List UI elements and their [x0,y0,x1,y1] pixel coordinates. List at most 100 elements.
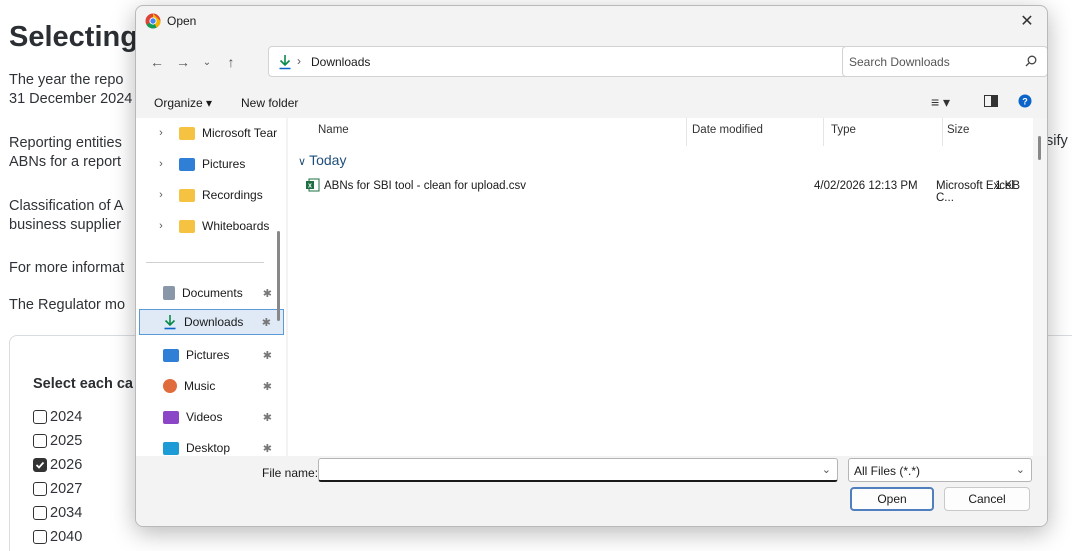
nav-item-label: Downloads [184,315,244,329]
file-name-input[interactable]: ⌄ [318,458,838,482]
folder-icon [179,219,195,233]
dialog-titlebar: Open ✕ [136,6,1047,36]
cancel-button[interactable]: Cancel [944,487,1030,511]
svg-text:x: x [308,183,312,190]
organize-menu[interactable]: Organize ▾ [154,96,212,110]
nav-item-label: Videos [186,410,223,424]
checkbox-icon[interactable] [33,506,47,520]
videos-icon [163,410,179,424]
nav-scrollbar[interactable] [277,231,280,321]
file-name: ABNs for SBI tool - clean for upload.csv [324,180,526,192]
file-row[interactable]: x ABNs for SBI tool - clean for upload.c… [306,176,1026,204]
paragraph-fragment: Reporting entities [9,135,122,151]
nav-item-label: Recordings [202,188,263,202]
year-checkbox-2034[interactable]: 2034 [33,503,82,523]
search-input[interactable] [849,53,1009,71]
checkbox-icon[interactable] [33,530,47,544]
forward-arrow-icon[interactable]: → [172,51,194,73]
view-options-icon[interactable]: ≡ ▾ [931,94,950,111]
breadcrumb-chevron-icon: › [297,54,301,68]
expand-chevron-icon[interactable]: › [151,189,171,201]
year-label: 2040 [50,529,83,545]
dialog-footer: File name: ⌄ All Files (*.*) ⌄ Open Canc… [136,456,1047,526]
column-header-size[interactable]: Size [947,124,969,136]
preview-pane-icon[interactable] [984,94,998,110]
search-box[interactable] [842,46,1047,77]
nav-item-label: Desktop [186,441,231,455]
nav-item-label: Music [184,379,216,393]
column-divider[interactable] [823,118,824,146]
column-header-date[interactable]: Date modified [692,124,763,136]
nav-item-microsoft-teams[interactable]: › Microsoft Tear [139,120,284,146]
file-list-pane: Name Date modified Type Size ∨ Today x A… [288,118,1044,456]
excel-csv-file-icon: x [306,178,320,195]
open-button[interactable]: Open [850,487,934,511]
pin-icon[interactable]: ✱ [263,442,272,455]
year-checkbox-2027[interactable]: 2027 [33,479,82,499]
expand-chevron-icon[interactable]: › [151,220,171,232]
nav-item-desktop[interactable]: Desktop ✱ [139,435,284,456]
column-header-name[interactable]: Name [318,124,349,136]
nav-item-label: Whiteboards [202,219,270,233]
paragraph-fragment: business supplier [9,217,122,233]
column-divider[interactable] [686,118,687,146]
search-icon [1025,55,1037,67]
filter-dropdown-icon[interactable]: ⌄ [1016,463,1025,476]
paragraph-fragment: 31 December 2024 [9,91,133,107]
page-title: Selecting [9,21,138,53]
checkbox-icon[interactable] [33,410,47,424]
file-name-label: File name: [262,466,319,480]
nav-item-downloads[interactable]: Downloads ✱ [139,309,284,335]
pin-icon[interactable]: ✱ [262,316,271,329]
paragraph-fragment: The Regulator mo [9,297,126,313]
navigation-pane: › Microsoft Tear › Pictures › Recordings… [136,118,286,456]
nav-item-label: Microsoft Tear [202,126,278,140]
year-label: 2026 [50,457,83,473]
checkbox-icon[interactable] [33,434,47,448]
column-divider[interactable] [942,118,943,146]
paragraph-fragment-right: sify [1046,133,1068,149]
file-type-filter[interactable]: All Files (*.*) ⌄ [848,458,1032,482]
expand-chevron-icon[interactable]: › [151,158,171,170]
close-icon[interactable]: ✕ [1007,6,1047,36]
nav-item-music[interactable]: Music ✱ [139,373,284,399]
year-checkbox-2025[interactable]: 2025 [33,431,82,451]
column-header-type[interactable]: Type [831,124,856,136]
nav-item-label: Documents [182,286,243,300]
year-checkbox-2040[interactable]: 2040 [33,527,82,547]
checkbox-checked-icon[interactable] [33,458,47,472]
command-bar: Organize ▾ New folder ≡ ▾ ? [136,92,1047,114]
collapse-chevron-icon[interactable]: ∨ [298,156,309,168]
file-list-scrollbar[interactable] [1033,118,1047,456]
documents-icon [163,286,175,300]
open-file-dialog: Open ✕ ← → ⌄ ↑ › Downloads ⌄ ↻ Organize … [135,5,1048,527]
year-checkbox-2026[interactable]: 2026 [33,455,82,475]
recent-locations-chevron-icon[interactable]: ⌄ [196,51,218,73]
year-checkbox-2024[interactable]: 2024 [33,407,82,427]
pin-icon[interactable]: ✱ [263,349,272,362]
year-label: 2025 [50,433,83,449]
file-name-dropdown-icon[interactable]: ⌄ [822,463,831,476]
music-icon [163,379,177,393]
folder-icon [179,188,195,202]
pin-icon[interactable]: ✱ [263,411,272,424]
nav-item-videos[interactable]: Videos ✱ [139,404,284,430]
nav-item-documents[interactable]: Documents ✱ [139,280,284,306]
help-icon[interactable]: ? [1018,94,1032,111]
nav-item-recordings[interactable]: › Recordings [139,182,284,208]
svg-text:?: ? [1022,97,1028,107]
pin-icon[interactable]: ✱ [263,287,272,300]
nav-item-whiteboards[interactable]: › Whiteboards [139,213,284,239]
new-folder-button[interactable]: New folder [241,96,298,110]
up-arrow-icon[interactable]: ↑ [220,51,242,73]
pin-icon[interactable]: ✱ [263,380,272,393]
expand-chevron-icon[interactable]: › [151,127,171,139]
nav-item-pictures[interactable]: › Pictures [139,151,284,177]
scrollbar-thumb[interactable] [1038,136,1041,160]
year-label: 2024 [50,409,83,425]
group-header-today[interactable]: ∨ Today [298,152,346,168]
back-arrow-icon[interactable]: ← [146,51,168,73]
checkbox-icon[interactable] [33,482,47,496]
nav-item-pictures-pinned[interactable]: Pictures ✱ [139,342,284,368]
breadcrumb-downloads[interactable]: Downloads [311,55,370,69]
